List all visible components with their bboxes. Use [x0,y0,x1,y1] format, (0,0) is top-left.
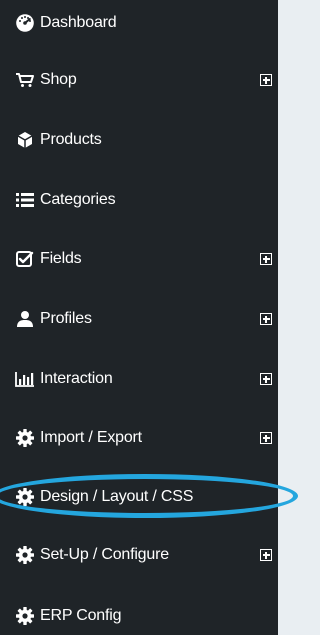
sidebar-item-label: Set-Up / Configure [40,546,169,563]
expand-icon[interactable] [260,549,272,561]
sidebar-item-set-up-configure[interactable]: Set-Up / Configure [0,525,278,585]
sidebar-item-shop[interactable]: Shop [0,50,278,110]
bar-chart-icon [15,369,35,389]
sidebar-item-categories[interactable]: Categories [0,170,278,230]
sidebar-item-label: Shop [40,71,77,88]
gear-icon [15,428,35,448]
sidebar-item-label: ERP Config [40,607,122,624]
sidebar-item-label: Interaction [40,370,113,387]
cube-icon [15,130,35,150]
expand-icon[interactable] [260,74,272,86]
page-background-strip [278,0,294,635]
sidebar-item-label: Import / Export [40,429,142,446]
sidebar-item-label: Categories [40,191,116,208]
sidebar-item-label: Products [40,131,102,148]
sidebar-item-erp-config[interactable]: ERP Config [0,586,278,635]
expand-icon[interactable] [260,373,272,385]
gear-icon [15,545,35,565]
dashboard-icon [15,13,35,33]
expand-icon[interactable] [260,313,272,325]
sidebar-item-label: Dashboard [40,14,117,31]
gear-icon [15,606,35,626]
sidebar-item-label: Design / Layout / CSS [40,488,194,505]
sidebar-item-products[interactable]: Products [0,110,278,170]
sidebar-item-fields[interactable]: Fields [0,229,278,289]
sidebar-item-design-layout-css[interactable]: Design / Layout / CSS [0,467,278,527]
sidebar-item-import-export[interactable]: Import / Export [0,408,278,468]
gear-icon [15,487,35,507]
expand-icon[interactable] [260,253,272,265]
checkbox-icon [15,249,35,269]
sidebar-item-label: Profiles [40,310,92,327]
sidebar-item-dashboard[interactable]: Dashboard [0,0,278,53]
list-icon [15,190,35,210]
sidebar-item-label: Fields [40,250,82,267]
user-icon [15,309,35,329]
sidebar-item-interaction[interactable]: Interaction [0,349,278,409]
sidebar-item-profiles[interactable]: Profiles [0,289,278,349]
cart-icon [15,70,35,90]
expand-icon[interactable] [260,432,272,444]
sidebar-nav: Dashboard Shop Products Categories Field… [0,0,278,635]
